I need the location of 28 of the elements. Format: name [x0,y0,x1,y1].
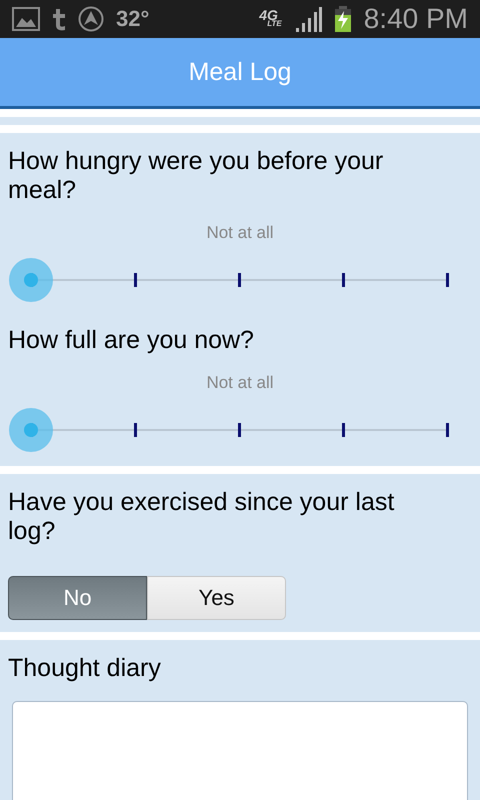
header-title: Meal Log [188,58,292,86]
section-title: Thought diary [8,654,162,683]
time-text: 8:40 PM [364,3,468,35]
toggle-option[interactable]: No [8,576,147,620]
signal-icon [294,6,322,32]
picture-icon [12,7,40,31]
slider-thumb[interactable] [9,258,53,302]
slider-value-label: Not at all [205,223,275,243]
tick-mark [134,273,137,287]
diary-input-field[interactable] [12,701,468,800]
tick-mark [446,423,449,437]
tick-mark [342,273,345,287]
tick-mark [134,423,137,437]
question-text: Have you exercised since your last log? [8,488,396,546]
navigation-icon [78,6,104,32]
network-text: 4G [259,10,278,22]
temperature-text: 32° [116,6,150,32]
tick-mark [342,423,345,437]
toggle-option[interactable]: Yes [147,576,286,620]
tick-mark [238,423,241,437]
tick-mark [238,273,241,287]
question-text: How full are you now? [8,326,255,355]
network-subtext: LTE [267,21,282,28]
question-text: How hungry were you before your meal? [8,147,384,205]
slider-value-label: Not at all [205,373,275,393]
tick-mark [446,273,449,287]
slider-thumb[interactable] [9,408,53,452]
tumblr-icon [52,7,66,31]
